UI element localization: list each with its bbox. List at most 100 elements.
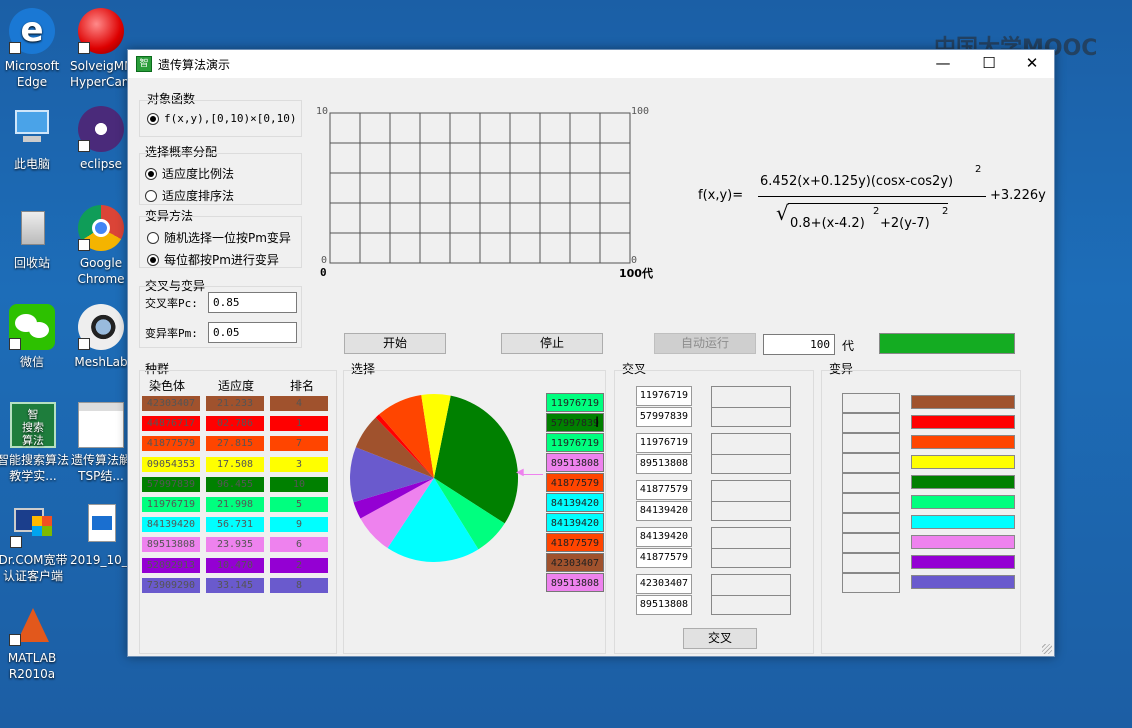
population-cell-chrom: 11976719 bbox=[142, 497, 200, 512]
mutation-color-swatch bbox=[911, 555, 1015, 569]
crossover-parent-box: 41877579 bbox=[636, 548, 692, 568]
app-icon: 智 bbox=[136, 56, 152, 72]
radio-checked-icon bbox=[147, 253, 159, 266]
resize-grip-icon[interactable] bbox=[1042, 644, 1052, 654]
population-cell-fit: 17.508 bbox=[206, 456, 264, 472]
desktop-icon-matlab[interactable]: MATLAB R2010a bbox=[0, 600, 68, 682]
wechat-icon bbox=[9, 304, 55, 350]
radio-every-bit-mutation[interactable]: 每位都按Pm进行变异 bbox=[147, 251, 279, 268]
hypercam-icon bbox=[78, 8, 124, 54]
population-cell-chrom: 84139420 bbox=[142, 517, 200, 533]
population-cell-chrom: 52092913 bbox=[142, 557, 200, 573]
formula-den-exp2: 2 bbox=[942, 206, 949, 217]
desktop-icon-label: Google Chrome bbox=[77, 256, 125, 286]
desktop-icon-label: SolveigMM HyperCam bbox=[70, 59, 132, 89]
start-button[interactable]: 开始 bbox=[344, 333, 446, 354]
crossover-button[interactable]: 交叉 bbox=[683, 628, 757, 649]
mutation-color-swatch bbox=[911, 455, 1015, 469]
desktop-icon-label: 微信 bbox=[19, 355, 44, 369]
mutation-color-swatch bbox=[911, 495, 1015, 509]
mutation-chromosome-box bbox=[842, 393, 900, 413]
mutation-color-swatch bbox=[911, 395, 1015, 409]
close-button[interactable]: ✕ bbox=[1009, 50, 1055, 78]
recycle-bin-icon bbox=[9, 205, 55, 251]
population-cell-fit: 56.731 bbox=[206, 517, 264, 533]
population-cell-fit: 23.935 bbox=[206, 537, 264, 553]
desktop-icon-label: Dr.COM宽带认证客户端 bbox=[0, 553, 68, 583]
crossover-parent-box: 57997839 bbox=[636, 407, 692, 427]
plot-y-bottom-left: 0 bbox=[321, 255, 328, 266]
desktop-icon-label: 回收站 bbox=[13, 256, 50, 270]
mutation-color-swatch bbox=[911, 515, 1015, 529]
sqrt-sign: √ bbox=[776, 201, 789, 225]
pc-input[interactable]: 0.85 bbox=[208, 292, 297, 313]
selected-item: 84139420 bbox=[546, 493, 604, 512]
objective-option-label: f(x,y),[0,10)×[0,10) bbox=[164, 112, 297, 125]
edge-icon: e bbox=[9, 8, 55, 54]
smart-search-icon: 智搜索 算法 bbox=[10, 402, 56, 448]
selected-item: 11976719 bbox=[546, 393, 604, 412]
radio-fitness-ranking[interactable]: 适应度排序法 bbox=[145, 187, 234, 204]
pc-label: 交叉率Pc: bbox=[145, 297, 198, 310]
selected-item: 41877579 bbox=[546, 533, 604, 552]
desktop-icon-hypercam[interactable]: SolveigMM HyperCam bbox=[70, 8, 132, 90]
desktop-icon-drcom[interactable]: Dr.COM宽带认证客户端 bbox=[0, 502, 70, 584]
population-cell-chrom: 41877579 bbox=[142, 436, 200, 452]
pm-label: 变异率Pm: bbox=[145, 327, 198, 340]
title-bar[interactable]: 智 遗传算法演示 — ☐ ✕ bbox=[128, 50, 1054, 78]
objective-radio[interactable]: f(x,y),[0,10)×[0,10) bbox=[147, 112, 296, 125]
sqrt-bar bbox=[788, 203, 948, 204]
formula-num-exp: 2 bbox=[975, 164, 982, 175]
radio-fitness-proportional[interactable]: 适应度比例法 bbox=[145, 165, 234, 182]
crossover-parent-box: 84139420 bbox=[636, 501, 692, 521]
mutation-chromosome-box bbox=[842, 473, 900, 493]
generations-input[interactable]: 100 bbox=[763, 334, 835, 355]
formula-den-exp1: 2 bbox=[873, 206, 880, 217]
formula-den-b: +2(y-7) bbox=[880, 216, 930, 231]
window-thumb-icon bbox=[78, 402, 124, 448]
population-cell-rank: 6 bbox=[270, 537, 328, 553]
population-cell-rank: 9 bbox=[270, 517, 328, 533]
minimize-button[interactable]: — bbox=[920, 50, 966, 78]
mutation-color-swatch bbox=[911, 535, 1015, 549]
desktop-icon-edge[interactable]: e Microsoft Edge bbox=[0, 8, 68, 90]
desktop-icon-label: 智能搜索算法教学实... bbox=[0, 453, 69, 483]
plot-x-left: 0 bbox=[320, 266, 327, 279]
desktop-icon-smart-search[interactable]: 智搜索 算法 智能搜索算法教学实... bbox=[0, 402, 70, 484]
population-cell-rank: 8 bbox=[270, 577, 328, 593]
fitness-plot bbox=[329, 112, 631, 264]
desktop-icon-tsp[interactable]: 遗传算法解TSP结... bbox=[70, 402, 132, 484]
auto-run-button[interactable]: 自动运行 bbox=[654, 333, 756, 354]
desktop-icon-wechat[interactable]: 微信 bbox=[0, 304, 68, 370]
crossover-parent-box: 11976719 bbox=[636, 433, 692, 453]
status-indicator bbox=[879, 333, 1015, 354]
population-cell-fit: 21.998 bbox=[206, 497, 264, 512]
desktop-icon-recycle-bin[interactable]: 回收站 bbox=[0, 205, 68, 271]
selected-item: 41877579 bbox=[546, 473, 604, 492]
desktop-icon-eclipse[interactable]: eclipse bbox=[70, 106, 132, 172]
stop-button[interactable]: 停止 bbox=[501, 333, 603, 354]
population-cell-chrom: 09054353 bbox=[142, 456, 200, 472]
formula-tail: +3.226y bbox=[990, 188, 1046, 203]
mutation-chromosome-box bbox=[842, 453, 900, 473]
desktop-icon-this-pc[interactable]: 此电脑 bbox=[0, 106, 68, 172]
maximize-button[interactable]: ☐ bbox=[966, 50, 1012, 78]
desktop-icon-video[interactable]: 2019_10_... bbox=[70, 502, 132, 568]
crossover-parent-box: 41877579 bbox=[636, 480, 692, 500]
pm-input[interactable]: 0.05 bbox=[208, 322, 297, 343]
mutation-color-swatch bbox=[911, 435, 1015, 449]
radio-checked-icon bbox=[147, 112, 159, 125]
text-cursor-icon: I bbox=[595, 415, 600, 431]
population-cell-fit: 21.233 bbox=[206, 396, 264, 411]
col-header-chromosome: 染色体 bbox=[149, 379, 186, 393]
desktop-icon-label: 此电脑 bbox=[13, 157, 50, 171]
population-cell-rank: 4 bbox=[270, 396, 328, 411]
desktop-icon-meshlab[interactable]: MeshLab bbox=[70, 304, 132, 370]
chrome-icon bbox=[78, 205, 124, 251]
radio-single-bit-mutation[interactable]: 随机选择一位按Pm变异 bbox=[147, 229, 291, 246]
population-cell-rank: 3 bbox=[270, 456, 328, 472]
desktop-icon-label: MeshLab bbox=[74, 355, 128, 369]
desktop-icon-chrome[interactable]: Google Chrome bbox=[70, 205, 132, 287]
plot-y-top-right: 100 bbox=[631, 106, 650, 117]
crossover-parent-box: 84139420 bbox=[636, 527, 692, 547]
